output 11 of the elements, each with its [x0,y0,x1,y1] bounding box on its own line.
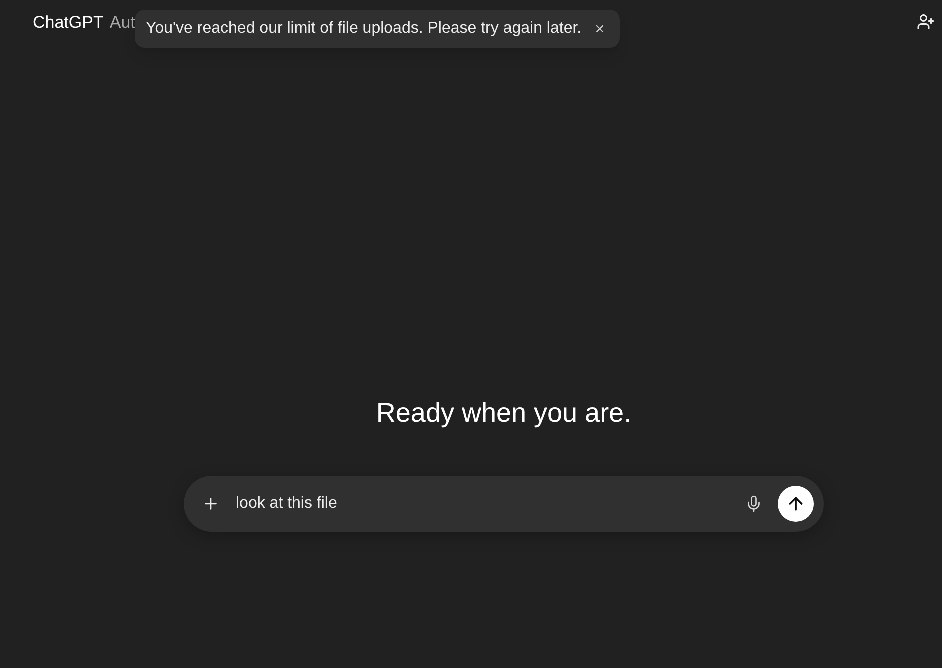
heading: Ready when you are. [376,397,632,430]
message-composer[interactable]: look at this file [184,476,824,532]
add-person-icon[interactable] [917,13,935,31]
model-label[interactable]: Aut [110,14,136,30]
plus-icon[interactable] [202,495,220,513]
toast-message: You've reached our limit of file uploads. Please try again later. [146,19,582,39]
close-icon[interactable] [594,23,606,35]
microphone-icon[interactable] [745,495,763,513]
message-input[interactable]: look at this file [236,492,745,516]
app-title: ChatGPT [33,14,104,30]
send-button[interactable] [778,486,814,522]
